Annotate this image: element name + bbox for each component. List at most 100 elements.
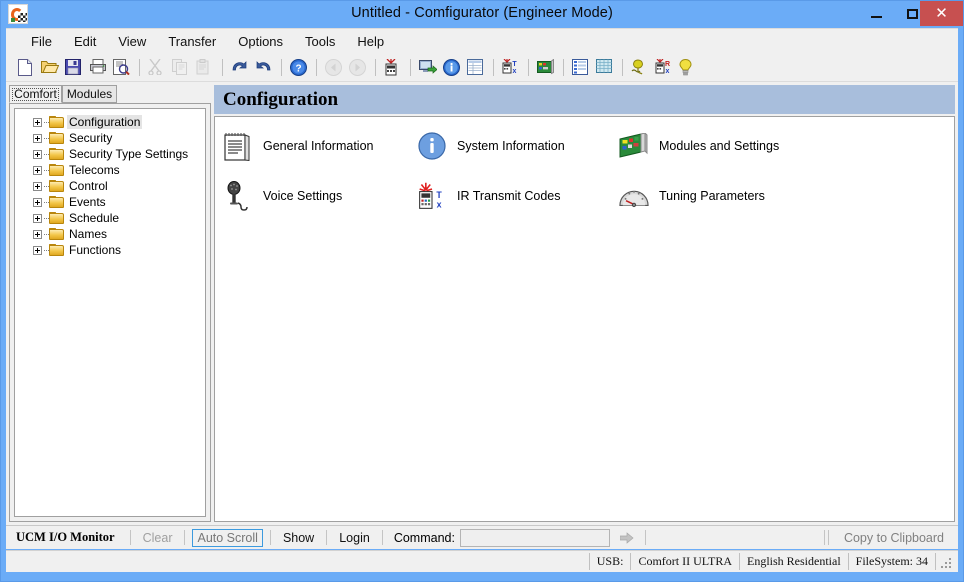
toolbar-voice-settings-button[interactable] xyxy=(628,56,651,79)
expand-plus-icon[interactable] xyxy=(33,197,42,207)
new-document-icon xyxy=(17,59,34,76)
command-input[interactable] xyxy=(459,528,610,547)
expand-plus-icon[interactable] xyxy=(33,229,42,239)
toolbar-table-view-button[interactable] xyxy=(464,56,487,79)
toolbar-modules-board-button[interactable] xyxy=(534,56,557,79)
login-button[interactable]: Login xyxy=(334,529,375,547)
copy-icon xyxy=(172,59,189,76)
tile-system-information[interactable]: System Information xyxy=(417,131,565,161)
tile-voice-settings[interactable]: Voice Settings xyxy=(223,181,342,211)
toolbar-separator xyxy=(622,59,623,76)
auto-scroll-button[interactable]: Auto Scroll xyxy=(192,528,263,547)
tile-tuning-parameters[interactable]: Tuning Parameters xyxy=(619,181,765,211)
separator xyxy=(326,530,328,545)
tree-item-configuration[interactable]: Configuration xyxy=(15,114,205,130)
toolbar-properties-list-button[interactable] xyxy=(569,56,592,79)
expand-plus-icon[interactable] xyxy=(33,213,42,223)
tree-item-security[interactable]: Security xyxy=(15,130,205,146)
gauge-icon xyxy=(619,181,649,211)
receive-rx-icon: Rx xyxy=(655,59,672,76)
menu-item-view[interactable]: View xyxy=(107,31,157,52)
sidebar-tabstrip: Comfort Modules xyxy=(9,85,211,103)
tab-comfort[interactable]: Comfort xyxy=(9,85,62,103)
tile-label: General Information xyxy=(263,139,374,153)
toolbar-undo-arrow-button[interactable] xyxy=(228,56,251,79)
help-question-icon: ? xyxy=(290,59,307,76)
tree-item-security-type-settings[interactable]: Security Type Settings xyxy=(15,146,205,162)
menu-item-transfer[interactable]: Transfer xyxy=(157,31,227,52)
tree-item-functions[interactable]: Functions xyxy=(15,242,205,258)
folder-icon xyxy=(49,147,65,161)
toolbar-transmit-tx-button[interactable]: Tx xyxy=(499,56,522,79)
toolbar-redo-arrow-button[interactable] xyxy=(252,56,275,79)
maximize-icon xyxy=(906,8,918,19)
tree-item-label: Telecoms xyxy=(69,163,120,177)
tree-item-telecoms[interactable]: Telecoms xyxy=(15,162,205,178)
toolbar-paste-button xyxy=(193,56,216,79)
command-submit-button[interactable] xyxy=(616,529,638,547)
menu-item-options[interactable]: Options xyxy=(227,31,294,52)
menu-item-file[interactable]: File xyxy=(20,31,63,52)
tree-item-names[interactable]: Names xyxy=(15,226,205,242)
tile-label: Voice Settings xyxy=(263,189,343,203)
connect-computer-icon xyxy=(419,59,437,76)
tree-item-events[interactable]: Events xyxy=(15,194,205,210)
menu-item-help[interactable]: Help xyxy=(346,31,395,52)
svg-text:?: ? xyxy=(295,64,301,75)
status-cell-0: USB: xyxy=(588,553,632,570)
status-cell-1: Comfort II ULTRA xyxy=(630,553,740,570)
show-button[interactable]: Show xyxy=(278,529,319,547)
redo-arrow-icon xyxy=(255,59,272,76)
ucm-monitor-title: UCM I/O Monitor xyxy=(16,530,115,544)
tab-modules[interactable]: Modules xyxy=(62,85,117,103)
tree-item-label: Schedule xyxy=(69,211,120,225)
ir-remote-icon: Tx xyxy=(417,181,447,211)
close-button[interactable]: ✕ xyxy=(920,1,963,26)
toolbar-separator xyxy=(563,59,564,76)
separator xyxy=(644,530,646,545)
clear-button[interactable]: Clear xyxy=(138,529,178,547)
menu-item-edit[interactable]: Edit xyxy=(63,31,107,52)
sidebar: Comfort Modules Configuration Security Sec… xyxy=(9,85,211,522)
tile-label: Modules and Settings xyxy=(659,139,780,153)
modules-board-icon xyxy=(537,59,554,76)
content-pane: Configuration General Information System … xyxy=(214,85,955,522)
toolbar-connect-computer-button[interactable] xyxy=(416,56,439,79)
expand-plus-icon[interactable] xyxy=(33,149,42,159)
expand-plus-icon[interactable] xyxy=(33,117,42,127)
tab-modules-label: Modules xyxy=(66,87,113,101)
toolbar-print-button[interactable] xyxy=(86,56,109,79)
expand-plus-icon[interactable] xyxy=(33,133,42,143)
lightbulb-icon xyxy=(679,59,696,76)
tile-ir-transmit-codes[interactable]: Tx IR Transmit Codes xyxy=(417,181,561,211)
toolbar-grid-table-button[interactable] xyxy=(593,56,616,79)
toolbar-open-folder-button[interactable] xyxy=(38,56,61,79)
menu-item-tools[interactable]: Tools xyxy=(294,31,346,52)
toolbar-save-disk-button[interactable] xyxy=(62,56,85,79)
tree-item-schedule[interactable]: Schedule xyxy=(15,210,205,226)
window-title: Untitled - Comfigurator (Engineer Mode) xyxy=(351,5,613,21)
tree-view[interactable]: Configuration Security Security Type Setti… xyxy=(14,108,206,517)
tile-modules-and-settings[interactable]: Modules and Settings xyxy=(619,131,779,161)
toolbar-separator xyxy=(410,59,411,76)
svg-text:R: R xyxy=(665,61,670,68)
expand-plus-icon[interactable] xyxy=(33,245,42,255)
toolbar-help-question-button[interactable]: ? xyxy=(287,56,310,79)
toolbar-new-document-button[interactable] xyxy=(14,56,37,79)
toolbar-download-from-panel-button[interactable] xyxy=(381,56,404,79)
copy-to-clipboard-button[interactable]: Copy to Clipboard xyxy=(844,531,944,545)
toolbar-forward-navigate-button xyxy=(346,56,369,79)
tree-item-control[interactable]: Control xyxy=(15,178,205,194)
minimize-button[interactable] xyxy=(858,1,894,26)
separator xyxy=(827,530,829,545)
expand-plus-icon[interactable] xyxy=(33,165,42,175)
toolbar-lightbulb-button[interactable] xyxy=(676,56,699,79)
toolbar-system-info-button[interactable] xyxy=(440,56,463,79)
minimize-icon xyxy=(870,15,882,18)
toolbar-print-preview-button[interactable] xyxy=(110,56,133,79)
toolbar-receive-rx-button[interactable]: Rx xyxy=(652,56,675,79)
tile-general-information[interactable]: General Information xyxy=(223,131,373,161)
expand-plus-icon[interactable] xyxy=(33,181,42,191)
resize-grip-icon[interactable] xyxy=(941,555,955,569)
separator xyxy=(823,530,825,545)
